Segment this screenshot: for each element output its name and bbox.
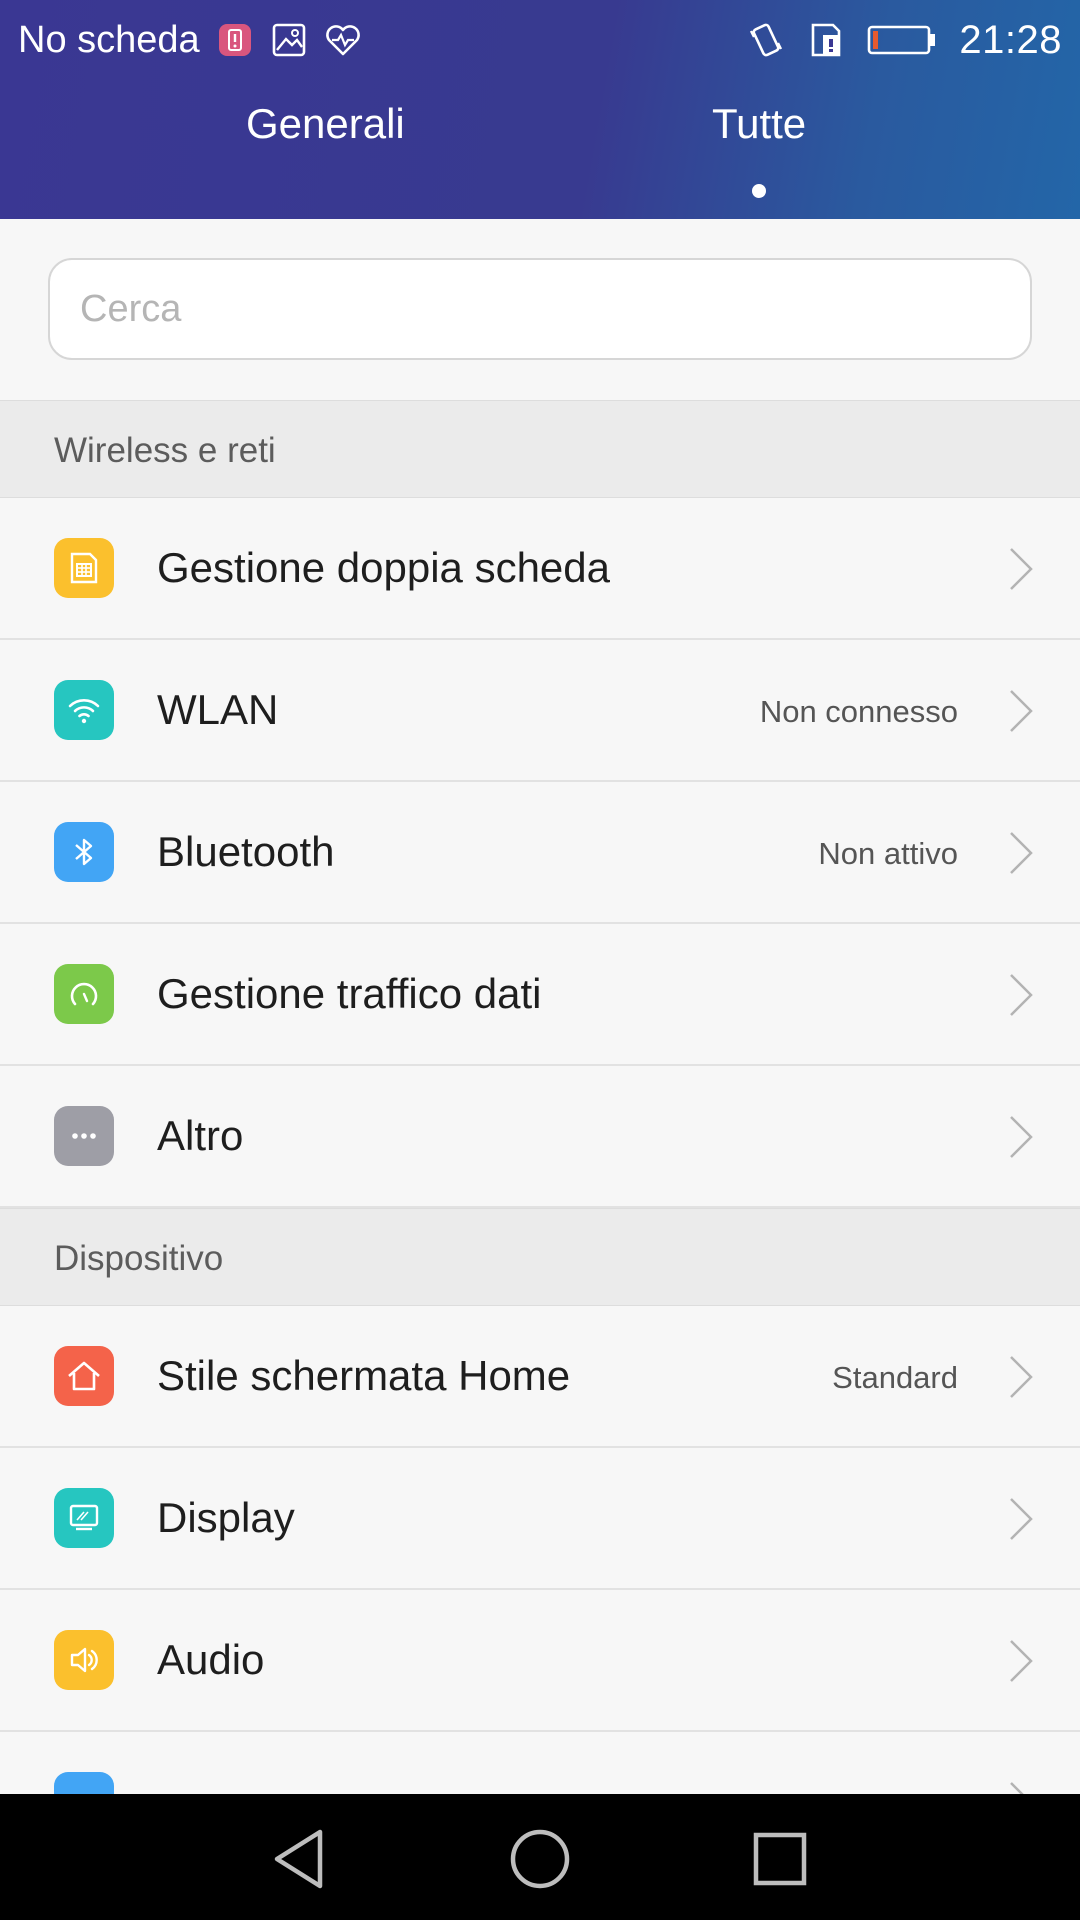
item-label: Gestione doppia scheda	[157, 544, 610, 591]
item-label: Display	[157, 1494, 295, 1541]
search-area	[0, 219, 1080, 400]
status-right: 21:28	[747, 14, 1062, 66]
bluetooth-icon	[54, 822, 114, 882]
tab-bar: Generali Tutte	[0, 100, 1080, 200]
item-label: Stile schermata Home	[157, 1352, 571, 1399]
status-left: No scheda	[18, 14, 362, 66]
chevron-right-icon	[1010, 974, 1033, 1016]
chevron-right-icon	[1010, 548, 1033, 590]
item-label: Bluetooth	[157, 828, 335, 875]
home-icon	[54, 1346, 114, 1406]
chevron-right-icon	[1010, 1356, 1033, 1398]
chevron-right-icon	[1010, 832, 1033, 874]
settings-item-wlan[interactable]: WLAN Non connesso	[0, 640, 1080, 782]
item-label: Gestione traffico dati	[157, 970, 542, 1017]
navigation-bar	[0, 1794, 1080, 1920]
more-dots-icon	[54, 1106, 114, 1166]
sim-alert-icon	[216, 21, 254, 59]
chevron-right-icon	[1010, 690, 1033, 732]
section-header-dispositivo: Dispositivo	[0, 1208, 1080, 1306]
status-bar: No scheda 21:28	[0, 0, 1080, 80]
item-label: WLAN	[157, 686, 279, 733]
back-icon[interactable]	[265, 1824, 335, 1894]
heart-monitor-icon	[324, 21, 362, 59]
vibrate-icon	[747, 21, 785, 59]
settings-item-bluetooth[interactable]: Bluetooth Non attivo	[0, 782, 1080, 924]
settings-item-altro[interactable]: Altro	[0, 1066, 1080, 1208]
display-icon	[54, 1488, 114, 1548]
settings-item-dual-sim[interactable]: Gestione doppia scheda	[0, 498, 1080, 640]
battery-low-icon	[867, 21, 937, 59]
image-icon	[270, 21, 308, 59]
speaker-icon	[54, 1630, 114, 1690]
home-circle-icon[interactable]	[505, 1824, 575, 1894]
item-value: Standard	[832, 1360, 958, 1395]
section-title: Wireless e reti	[54, 431, 276, 470]
chevron-right-icon	[1010, 1498, 1033, 1540]
item-value: Non attivo	[818, 836, 958, 871]
section-title: Dispositivo	[54, 1239, 224, 1278]
settings-item-audio[interactable]: Audio	[0, 1590, 1080, 1732]
chevron-right-icon	[1010, 1640, 1033, 1682]
wifi-icon	[54, 680, 114, 740]
recents-icon[interactable]	[745, 1824, 815, 1894]
settings-item-data-traffic[interactable]: Gestione traffico dati	[0, 924, 1080, 1066]
item-value: Non connesso	[759, 694, 958, 729]
dual-sim-icon	[54, 538, 114, 598]
status-clock: 21:28	[959, 17, 1062, 62]
chevron-right-icon	[1010, 1116, 1033, 1158]
tab-generali[interactable]: Generali	[246, 100, 405, 148]
item-label: Audio	[157, 1636, 265, 1683]
app-header: No scheda 21:28 Generali Tutte	[0, 0, 1080, 219]
sim-card-icon	[807, 21, 845, 59]
search-input[interactable]	[48, 258, 1032, 360]
settings-item-home-style[interactable]: Stile schermata Home Standard	[0, 1306, 1080, 1448]
carrier-label: No scheda	[18, 18, 200, 61]
section-header-wireless: Wireless e reti	[0, 400, 1080, 498]
active-tab-indicator	[752, 184, 766, 198]
settings-item-display[interactable]: Display	[0, 1448, 1080, 1590]
item-label: Altro	[157, 1112, 244, 1159]
data-gauge-icon	[54, 964, 114, 1024]
tab-tutte[interactable]: Tutte	[712, 100, 806, 148]
